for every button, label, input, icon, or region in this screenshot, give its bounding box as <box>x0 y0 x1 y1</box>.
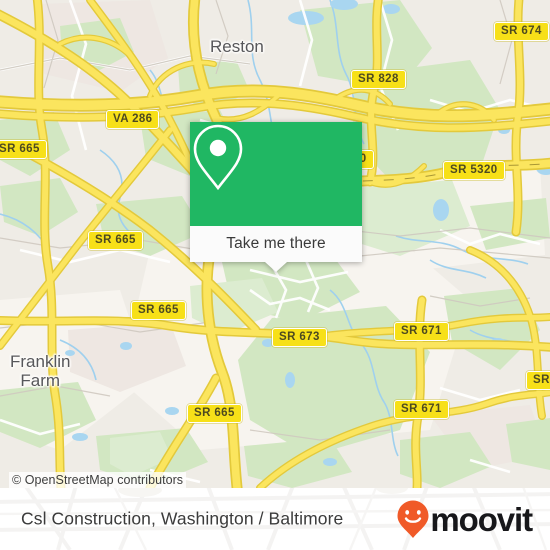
place-label-line1: Franklin <box>10 352 71 371</box>
osm-attribution[interactable]: © OpenStreetMap contributors <box>9 472 187 488</box>
road-shield-va286[interactable]: VA 286 <box>106 110 160 129</box>
callout-pin-area <box>190 122 362 226</box>
location-callout[interactable]: Take me there <box>190 122 362 272</box>
road-shield-sr-right-edge[interactable]: SR <box>526 371 550 390</box>
place-label-line2: Farm <box>20 371 61 390</box>
place-label-franklin-farm: Franklin Farm <box>10 352 70 390</box>
moovit-brand[interactable]: moovit <box>395 499 533 539</box>
location-pin-icon <box>193 124 243 191</box>
place-label-reston: Reston <box>210 37 264 56</box>
map-share-card: Reston Franklin Farm SR 674 SR 828 VA 28… <box>0 0 550 550</box>
map-canvas[interactable]: Reston Franklin Farm SR 674 SR 828 VA 28… <box>0 0 550 488</box>
road-shield-sr674[interactable]: SR 674 <box>494 22 549 41</box>
road-shield-sr665-left-edge[interactable]: SR 665 <box>0 140 47 159</box>
footer-bar: Csl Construction, Washington / Baltimore… <box>0 488 550 550</box>
road-shield-sr665-west[interactable]: SR 665 <box>88 231 143 250</box>
location-title: Csl Construction, Washington / Baltimore <box>21 508 344 529</box>
road-shield-sr673[interactable]: SR 673 <box>272 328 327 347</box>
road-shield-sr665-mid[interactable]: SR 665 <box>131 301 186 320</box>
road-shield-sr665-south[interactable]: SR 665 <box>187 404 242 423</box>
road-shield-sr671-south[interactable]: SR 671 <box>394 400 449 419</box>
take-me-there-label: Take me there <box>226 235 326 252</box>
road-shield-sr828[interactable]: SR 828 <box>351 70 406 89</box>
road-shield-sr671-north[interactable]: SR 671 <box>394 322 449 341</box>
take-me-there-button[interactable]: Take me there <box>190 226 362 272</box>
moovit-wordmark: moovit <box>430 500 533 538</box>
road-shield-sr5320[interactable]: SR 5320 <box>443 161 505 180</box>
moovit-smiley-pin-icon <box>397 500 429 538</box>
callout-tail <box>265 262 287 272</box>
